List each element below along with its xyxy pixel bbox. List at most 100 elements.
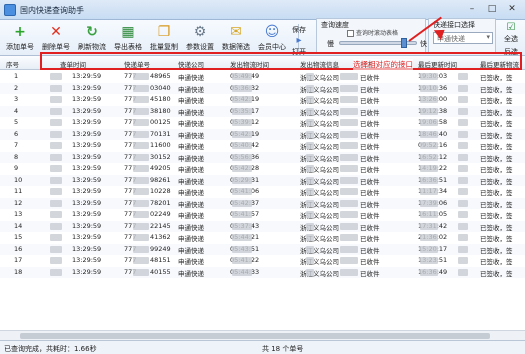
- table-cell: 13:29:59: [72, 244, 102, 253]
- toolbar-button-6[interactable]: ⚙ 参数设置: [182, 22, 218, 54]
- redaction-blur: [340, 199, 358, 207]
- table-row[interactable]: 1513:29:5977741362申通快递05:44:21浙江义乌公司已收件2…: [0, 232, 525, 243]
- redaction-blur: [420, 234, 438, 241]
- redaction-blur: [306, 165, 314, 172]
- table-row[interactable]: 613:29:5977770131申通快递05:42:19浙江义乌公司已收件18…: [0, 128, 525, 140]
- table-cell: 13:29:59: [72, 233, 102, 241]
- table-cell: 12: [14, 198, 23, 207]
- table-cell: 申通快递: [178, 223, 204, 232]
- auto-scroll-checkbox[interactable]: 查询时滚动表格: [347, 28, 398, 37]
- table-cell: 16: [14, 244, 23, 253]
- table-row[interactable]: 1213:29:5977778201申通快递05:42:37浙江义乌公司已收件1…: [0, 197, 525, 209]
- toolbar-button-4[interactable]: ▦ 导出表格: [110, 22, 146, 54]
- redaction-blur: [458, 107, 468, 115]
- table-cell: 已收件: [360, 108, 380, 117]
- table-cell: 申通快递: [178, 177, 204, 186]
- table-row[interactable]: 1413:29:5977722145申通快递05:37:43浙江义乌公司已收件1…: [0, 220, 525, 232]
- table-row[interactable]: 113:29:5977748965申通快递05:49:49浙江义乌公司已收件19…: [0, 71, 525, 82]
- redaction-blur: [458, 257, 468, 264]
- table-row[interactable]: 1613:29:5977799249申通快递05:43:51浙江义乌公司已收件1…: [0, 243, 525, 255]
- redaction-blur: [50, 84, 62, 92]
- table-row[interactable]: 1713:29:5977748151申通快递05:41:22浙江义乌公司已收件1…: [0, 255, 525, 266]
- table-row[interactable]: 313:29:5977745180申通快递05:42:19浙江义乌公司已收件13…: [0, 94, 525, 105]
- table-cell: 已签收，签: [480, 154, 513, 163]
- table-row[interactable]: 913:29:5977749205申通快递05:42:28浙江义乌公司已收件14…: [0, 163, 525, 174]
- redaction-blur: [133, 153, 149, 161]
- table-cell: 7: [14, 141, 19, 149]
- redaction-blur: [232, 222, 252, 230]
- table-row[interactable]: 413:29:5977738180申通快递05:35:17浙江义乌公司已收件19…: [0, 105, 525, 117]
- table-row[interactable]: 1813:29:5977740155申通快递05:44:33浙江义乌公司已收件1…: [0, 266, 525, 278]
- table-cell: 已收件: [360, 131, 380, 140]
- minimize-icon[interactable]: –: [462, 3, 482, 17]
- table-cell: 已收件: [360, 212, 380, 220]
- redaction-blur: [458, 222, 468, 230]
- all-select-button[interactable]: ☑ 全选 反选: [498, 22, 524, 56]
- copy-icon: ❐: [157, 24, 171, 40]
- toolbar-button-2[interactable]: ✕ 删除单号: [38, 22, 74, 54]
- redaction-blur: [420, 245, 438, 253]
- table-row[interactable]: 813:29:5977730152申通快递05:56:36浙江义乌公司已收件16…: [0, 151, 525, 163]
- redaction-blur: [458, 176, 468, 184]
- table-row[interactable]: 1313:29:5977702249申通快递05:41:57浙江义乌公司已收件1…: [0, 209, 525, 220]
- redaction-blur: [50, 96, 62, 103]
- redaction-blur: [458, 130, 468, 138]
- redaction-blur: [232, 176, 252, 184]
- redaction-blur: [306, 199, 314, 207]
- redaction-blur: [232, 165, 252, 172]
- redaction-blur: [232, 153, 252, 161]
- redaction-blur: [306, 188, 314, 195]
- table-cell: 13:29:59: [72, 152, 102, 161]
- table-row[interactable]: 713:29:5977711600申通快递05:40:42浙江义乌公司已收件09…: [0, 140, 525, 151]
- horizontal-scrollbar[interactable]: [0, 330, 525, 340]
- table-cell: 已收件: [360, 154, 380, 163]
- table-cell: 申通快递: [178, 269, 204, 278]
- table-cell: 78201: [150, 198, 171, 207]
- redaction-blur: [133, 119, 149, 126]
- table-row[interactable]: 1013:29:5977798261申通快递05:29:31浙江义乌公司已收件1…: [0, 174, 525, 186]
- redaction-blur: [340, 245, 358, 253]
- speed-slider-thumb[interactable]: [401, 38, 408, 48]
- table-cell: 已收件: [360, 97, 380, 105]
- table-cell: 48965: [150, 72, 171, 80]
- table-cell: 11: [14, 187, 23, 195]
- redaction-blur: [133, 234, 149, 241]
- table-row[interactable]: 213:29:5977703040申通快递05:36:32浙江义乌公司已收件19…: [0, 82, 525, 94]
- table-cell: 99249: [150, 244, 171, 253]
- redaction-blur: [340, 153, 358, 161]
- toolbar-button-3[interactable]: ↻ 刷新物流: [74, 22, 110, 54]
- redaction-blur: [232, 142, 252, 149]
- redaction-blur: [340, 222, 358, 230]
- redaction-blur: [306, 84, 314, 92]
- table-cell: 10228: [150, 187, 171, 195]
- redaction-blur: [133, 176, 149, 184]
- toolbar-button-label: 参数设置: [186, 43, 214, 51]
- redaction-blur: [306, 176, 314, 184]
- table-cell: 9: [14, 164, 19, 172]
- toolbar-button-1[interactable]: + 添加单号: [2, 22, 38, 54]
- redaction-blur: [50, 268, 62, 276]
- table-cell: 13:29:59: [72, 106, 102, 115]
- redaction-blur: [340, 176, 358, 184]
- maximize-icon[interactable]: □: [482, 3, 502, 17]
- redaction-blur: [340, 119, 358, 126]
- redaction-blur: [340, 130, 358, 138]
- toolbar-button-8[interactable]: ☺ 会员中心: [254, 22, 290, 54]
- toolbar-button-7[interactable]: ✉ 数据筛选: [218, 22, 254, 54]
- toolbar-button-5[interactable]: ❐ 批量复制: [146, 22, 182, 54]
- table-cell: 已收件: [360, 235, 380, 243]
- redaction-blur: [232, 268, 252, 276]
- column-header[interactable]: 序号: [6, 59, 19, 69]
- table-cell: 申通快递: [178, 235, 204, 243]
- speed-slider[interactable]: [339, 38, 417, 48]
- redaction-blur: [340, 84, 358, 92]
- redaction-blur: [458, 142, 468, 149]
- table-cell: 已收件: [360, 258, 380, 266]
- scrollbar-thumb[interactable]: [20, 333, 490, 339]
- redaction-blur: [306, 222, 314, 230]
- close-icon[interactable]: ✕: [502, 3, 522, 17]
- redaction-blur: [50, 153, 62, 161]
- table-cell: 已签收，签: [480, 108, 513, 117]
- table-row[interactable]: 513:29:5977700125申通快递05:39:12浙江义乌公司已收件19…: [0, 117, 525, 128]
- table-row[interactable]: 1113:29:5977710228申通快递05:41:06浙江义乌公司已收件1…: [0, 186, 525, 197]
